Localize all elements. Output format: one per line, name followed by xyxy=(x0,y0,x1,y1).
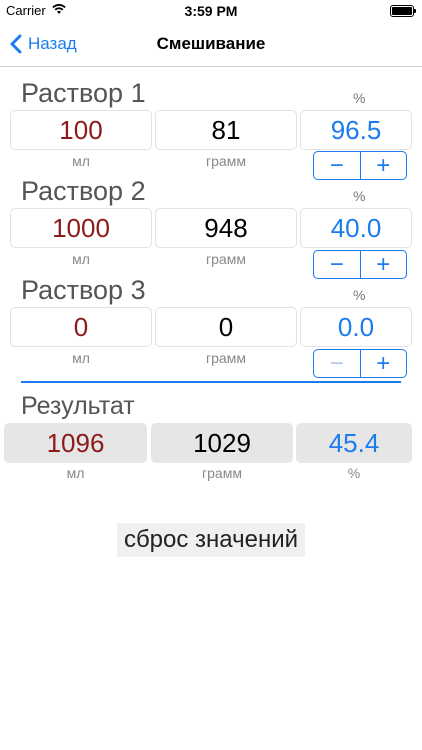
result-ml-value: 1096 xyxy=(4,423,147,463)
solution-2-ml-unit: мл xyxy=(72,251,90,267)
solution-3-ml-input[interactable]: 0 xyxy=(10,307,152,347)
solution-2-title: Раствор 2 xyxy=(21,176,146,206)
solution-3-decrement-button[interactable]: − xyxy=(314,350,360,377)
result-percent-value: 45.4 xyxy=(296,423,412,463)
solution-2-decrement-button[interactable]: − xyxy=(314,251,360,278)
solution-2-gram-input[interactable]: 948 xyxy=(155,208,297,248)
solution-3-percent-input[interactable]: 0.0 xyxy=(300,307,412,347)
solution-2-gram-unit: грамм xyxy=(206,251,246,267)
solution-3-percent-stepper: − + xyxy=(313,349,407,378)
page-title: Смешивание xyxy=(156,34,266,53)
solution-3-increment-button[interactable]: + xyxy=(361,350,407,377)
solution-3-gram-unit: грамм xyxy=(206,350,246,366)
result-divider xyxy=(21,381,401,383)
result-gram-value: 1029 xyxy=(151,423,293,463)
battery-icon xyxy=(390,5,416,17)
solution-1-decrement-button[interactable]: − xyxy=(314,152,360,179)
result-title: Результат xyxy=(21,392,135,420)
reset-values-button[interactable]: сброс значений xyxy=(117,523,305,557)
solution-3-gram-input[interactable]: 0 xyxy=(155,307,297,347)
solution-3-percent-unit: % xyxy=(353,287,366,303)
solution-2-percent-unit: % xyxy=(353,188,366,204)
solution-1-increment-button[interactable]: + xyxy=(361,152,407,179)
solution-1-gram-input[interactable]: 81 xyxy=(155,110,297,150)
solution-1-ml-input[interactable]: 100 xyxy=(10,110,152,150)
result-percent-unit: % xyxy=(347,465,361,481)
solution-1-ml-unit: мл xyxy=(72,153,90,169)
solution-1-percent-stepper: − + xyxy=(313,151,407,180)
solution-1-percent-input[interactable]: 96.5 xyxy=(300,110,412,150)
solution-1-gram-unit: грамм xyxy=(206,153,246,169)
status-bar: Carrier 3:59 PM xyxy=(0,0,422,22)
solution-1-title: Раствор 1 xyxy=(21,78,146,108)
clock: 3:59 PM xyxy=(184,3,238,19)
solution-2-percent-stepper: − + xyxy=(313,250,407,279)
solution-3-ml-unit: мл xyxy=(72,350,90,366)
solution-3-title: Раствор 3 xyxy=(21,275,146,305)
navigation-bar: Назад Смешивание xyxy=(0,22,422,67)
solution-2-increment-button[interactable]: + xyxy=(361,251,407,278)
result-ml-unit: мл xyxy=(66,465,85,481)
solution-2-ml-input[interactable]: 1000 xyxy=(10,208,152,248)
result-gram-unit: грамм xyxy=(202,465,242,481)
solution-2-percent-input[interactable]: 40.0 xyxy=(300,208,412,248)
solution-1-percent-unit: % xyxy=(353,90,366,106)
